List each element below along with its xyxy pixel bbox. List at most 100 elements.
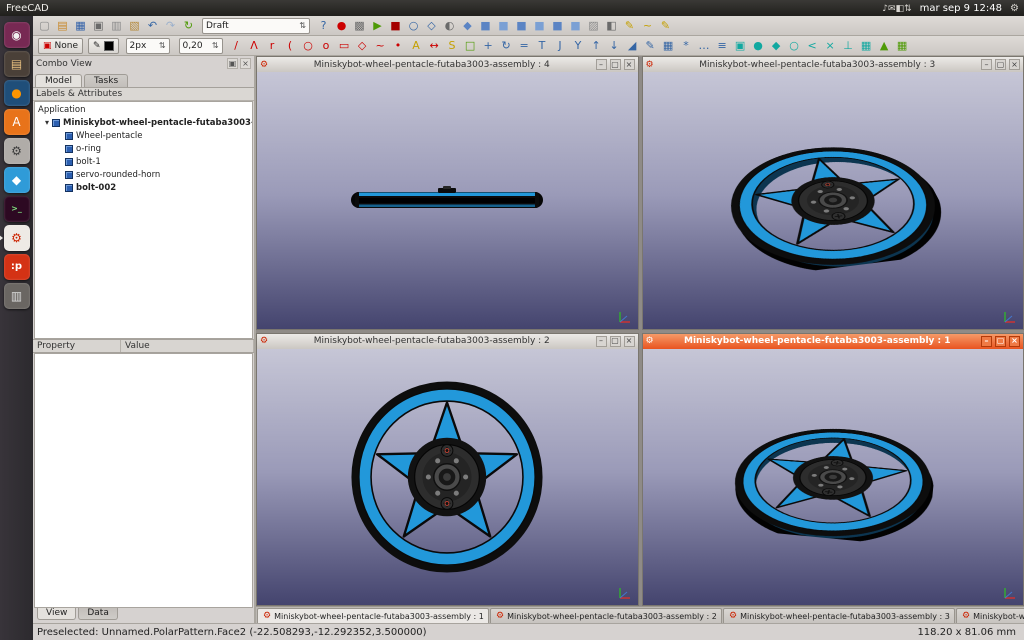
draft-arc-icon[interactable]: ( [282, 37, 299, 54]
snap-endpoint-icon[interactable]: ● [750, 37, 767, 54]
tab-model[interactable]: Model [35, 74, 82, 87]
window-titlebar[interactable]: ⚙ Miniskybot-wheel-pentacle-futaba3003-a… [643, 57, 1024, 72]
draft-dimension-icon[interactable]: ↔ [426, 37, 443, 54]
close-button[interactable]: × [624, 59, 635, 70]
autogroup-button[interactable]: ▣ None [38, 38, 83, 54]
launcher-software-center[interactable]: ◆ [4, 167, 30, 193]
snap-grid-icon[interactable]: ▦ [858, 37, 875, 54]
tree-item-o-ring[interactable]: o-ring [35, 142, 252, 155]
snap-intersection-icon[interactable]: × [822, 37, 839, 54]
clipping-icon[interactable]: ◧ [603, 17, 620, 34]
launcher-terminal[interactable]: >_ [4, 196, 30, 222]
property-table-body[interactable] [34, 353, 253, 608]
tree-item-assembly[interactable]: ▾ Miniskybot-wheel-pentacle-futaba3003-a… [35, 116, 252, 129]
draft-move-icon[interactable]: + [480, 37, 497, 54]
front-view-icon[interactable]: ■ [477, 17, 494, 34]
float-panel-icon[interactable]: ▣ [227, 58, 238, 69]
viewport-side-view[interactable] [257, 72, 638, 329]
launcher-dash-home[interactable]: ◉ [4, 22, 30, 48]
snap-center-icon[interactable]: ○ [786, 37, 803, 54]
draft-utils-icon[interactable]: ✎ [621, 17, 638, 34]
window-titlebar-active[interactable]: ⚙ Miniskybot-wheel-pentacle-futaba3003-a… [643, 334, 1024, 349]
bottom-view-icon[interactable]: ■ [549, 17, 566, 34]
window-titlebar[interactable]: ⚙ Miniskybot-wheel-pentacle-futaba3003-a… [257, 334, 638, 349]
wheel-3d-model[interactable] [720, 138, 966, 280]
window-tab-2[interactable]: ⚙ Miniskybot-wheel-pentacle-futaba3003-a… [490, 608, 722, 623]
snap-working-plane-icon[interactable]: ▲ [876, 37, 893, 54]
workbench-selector[interactable]: Draft ⇅ [202, 18, 310, 34]
tree-item-application[interactable]: Application [35, 103, 252, 116]
draft-circle-icon[interactable]: ○ [300, 37, 317, 54]
draft-wire-tool-icon[interactable]: ~ [639, 17, 656, 34]
draft-point-icon[interactable]: • [390, 37, 407, 54]
draft-edit-icon[interactable]: ✎ [642, 37, 659, 54]
launcher-archive[interactable]: ▥ [4, 283, 30, 309]
draft-polygon-icon[interactable]: ◇ [354, 37, 371, 54]
rear-view-icon[interactable]: ■ [531, 17, 548, 34]
window-tab-3[interactable]: ⚙ Miniskybot-wheel-pentacle-futaba3003-a… [723, 608, 955, 623]
clock[interactable]: mar sep 9 12:48 [920, 3, 1002, 14]
tab-tasks[interactable]: Tasks [84, 74, 128, 87]
battery-icon[interactable]: ◧ [896, 4, 905, 14]
draft-downgrade-icon[interactable]: ↓ [606, 37, 623, 54]
draft-line-icon[interactable]: / [228, 37, 245, 54]
draft-offset-icon[interactable]: = [516, 37, 533, 54]
snap-midpoint-icon[interactable]: ◆ [768, 37, 785, 54]
scale-spinbox[interactable]: 0,20 ⇅ [179, 38, 223, 54]
mail-icon[interactable]: ✉ [888, 4, 896, 14]
tree-item-bolt-002[interactable]: bolt-002 [35, 181, 252, 194]
launcher-freecad[interactable]: ⚙ [4, 225, 30, 251]
close-button[interactable]: × [1009, 59, 1020, 70]
draft-join-icon[interactable]: J [552, 37, 569, 54]
window-tab-1[interactable]: ⚙ Miniskybot-wheel-pentacle-futaba3003-a… [257, 608, 489, 623]
minimize-button[interactable]: – [981, 336, 992, 347]
draft-shapestring-icon[interactable]: S [444, 37, 461, 54]
launcher-files[interactable]: ▤ [4, 51, 30, 77]
draft-ellipse-icon[interactable]: o [318, 37, 335, 54]
window-tab-4[interactable]: ⚙ Miniskybot-wheel-pen × [956, 608, 1024, 623]
draft-polar-array-icon[interactable]: * [678, 37, 695, 54]
tree-item-servo-rounded-horn[interactable]: servo-rounded-horn [35, 168, 252, 181]
viewport-front-view[interactable] [257, 349, 638, 606]
paste-icon[interactable]: ▧ [126, 17, 143, 34]
whatsthis-icon[interactable]: ? [315, 17, 332, 34]
draft-clone-icon[interactable]: ≡ [714, 37, 731, 54]
undo-icon[interactable]: ↶ [144, 17, 161, 34]
draft-split-icon[interactable]: Y [570, 37, 587, 54]
minimize-button[interactable]: – [596, 336, 607, 347]
draft-trimex-icon[interactable]: T [534, 37, 551, 54]
draft-array-icon[interactable]: ▦ [660, 37, 677, 54]
close-tab-icon[interactable]: × [953, 611, 955, 621]
window-titlebar[interactable]: ⚙ Miniskybot-wheel-pentacle-futaba3003-a… [257, 57, 638, 72]
wheel-side-view-model[interactable] [342, 177, 552, 223]
disclosure-icon[interactable]: ▾ [45, 118, 49, 127]
draft-upgrade-icon[interactable]: ↑ [588, 37, 605, 54]
left-view-icon[interactable]: ■ [567, 17, 584, 34]
close-tab-icon[interactable]: × [487, 611, 489, 621]
redo-icon[interactable]: ↷ [162, 17, 179, 34]
maximize-button[interactable]: ▢ [995, 336, 1006, 347]
macro-edit-icon[interactable]: ▩ [351, 17, 368, 34]
viewport-perspective-view-active[interactable] [643, 349, 1024, 606]
wheel-3d-model[interactable] [707, 421, 938, 547]
snap-angle-icon[interactable]: < [804, 37, 821, 54]
snap-lock-icon[interactable]: ▣ [732, 37, 749, 54]
copy-icon[interactable]: ▥ [108, 17, 125, 34]
texture-icon[interactable]: ▨ [585, 17, 602, 34]
draft-path-array-icon[interactable]: … [696, 37, 713, 54]
draft-pencil-icon[interactable]: ✎ [657, 17, 674, 34]
zoom-icon[interactable]: ○ [405, 17, 422, 34]
draft-fillet-icon[interactable]: r [264, 37, 281, 54]
tree-item-bolt-1[interactable]: bolt-1 [35, 155, 252, 168]
draft-scale-icon[interactable]: ◢ [624, 37, 641, 54]
close-panel-icon[interactable]: × [240, 58, 251, 69]
maximize-button[interactable]: ▢ [610, 59, 621, 70]
axonometric-view-icon[interactable]: ◆ [459, 17, 476, 34]
launcher-firefox[interactable]: ● [4, 80, 30, 106]
tab-data[interactable]: Data [78, 608, 118, 620]
launcher-app-a[interactable]: A [4, 109, 30, 135]
line-width-select[interactable]: 2px ⇅ [126, 38, 170, 54]
top-view-icon[interactable]: ■ [495, 17, 512, 34]
launcher-app-p[interactable]: :p [4, 254, 30, 280]
new-file-icon[interactable]: ▢ [36, 17, 53, 34]
